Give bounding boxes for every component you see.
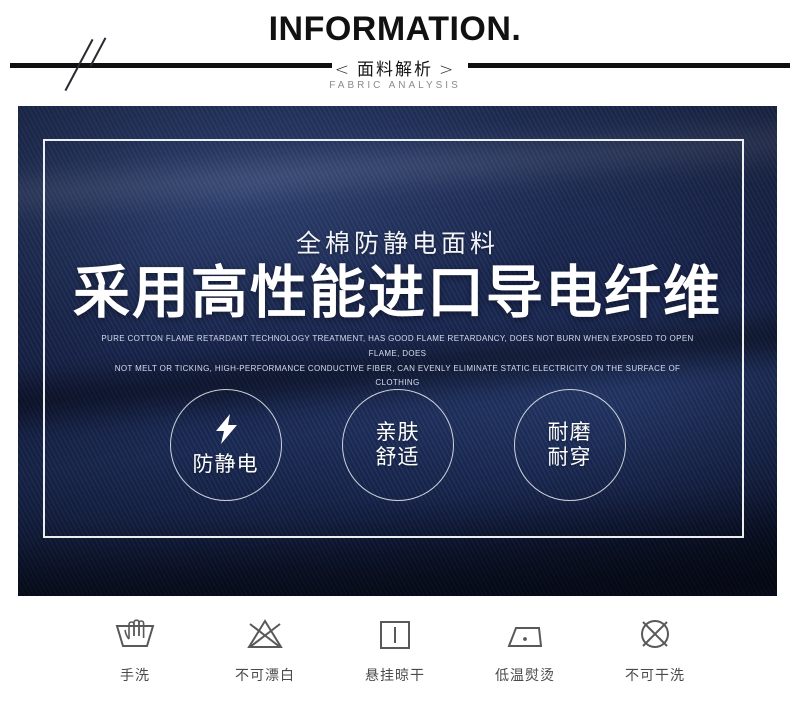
panel-description-line1: PURE COTTON FLAME RETARDANT TECHNOLOGY T… (101, 334, 694, 358)
panel-content: 全棉防静电面料 采用高性能进口导电纤维 PURE COTTON FLAME RE… (18, 106, 777, 596)
feature-badge-label-line1: 亲肤 (375, 420, 420, 445)
panel-description-line2: NOT MELT OR TICKING, HIGH-PERFORMANCE CO… (114, 363, 681, 388)
care-item-hang-dry: 悬挂晾干 (356, 612, 434, 685)
fabric-hero-panel: 全棉防静电面料 采用高性能进口导电纤维 PURE COTTON FLAME RE… (18, 106, 777, 596)
panel-description: PURE COTTON FLAME RETARDANT TECHNOLOGY T… (98, 332, 697, 391)
bracket-right-icon: > (439, 60, 456, 80)
care-item-label: 不可干洗 (625, 668, 685, 684)
care-item-no-dry-clean: 不可干洗 (616, 612, 694, 685)
panel-kicker: 全棉防静电面料 (295, 229, 499, 258)
feature-badge-label-line1: 耐磨 (547, 420, 592, 445)
feature-badge-skinfriendly: 亲肤 舒适 (341, 389, 454, 501)
header-subtitle-en: FABRIC ANALYSIS (329, 80, 461, 91)
no-dry-clean-icon (633, 612, 677, 656)
feature-badge-label-line2: 耐穿 (547, 445, 592, 469)
lightning-bolt-icon (213, 413, 239, 448)
hang-dry-icon (373, 612, 417, 656)
feature-badge-durable: 耐磨 耐穿 (513, 389, 626, 501)
bracket-left-icon: < (334, 60, 351, 80)
care-item-no-bleach: 不可漂白 (226, 612, 304, 685)
care-item-label: 手洗 (120, 668, 150, 684)
feature-badge-label-line2: 舒适 (375, 445, 420, 469)
feature-badge-antistatic: 防静电 (169, 389, 282, 501)
care-item-low-heat-iron: 低温熨烫 (486, 612, 564, 685)
care-item-label: 不可漂白 (235, 668, 295, 684)
panel-headline: 采用高性能进口导电纤维 (73, 260, 722, 326)
page-title: INFORMATION. (268, 10, 522, 48)
care-instruction-row: 手洗 不可漂白 悬挂晾干 低温熨烫 不可干洗 (0, 612, 790, 685)
hand-wash-icon (113, 612, 157, 656)
feature-badge-label: 防静电 (192, 451, 259, 476)
header-subtitle-cn-text: 面料解析 (357, 60, 433, 80)
care-item-label: 悬挂晾干 (365, 668, 425, 684)
care-item-hand-wash: 手洗 (96, 612, 174, 685)
no-bleach-icon (243, 612, 287, 656)
header-subtitle-cn: < 面料解析 > (0, 55, 790, 80)
feature-badge-group: 防静电 亲肤 舒适 耐磨 耐穿 (18, 389, 777, 501)
low-heat-iron-icon (503, 612, 547, 656)
page-header: INFORMATION. < 面料解析 > FABRIC ANALYSIS (0, 0, 790, 106)
care-item-label: 低温熨烫 (495, 668, 555, 684)
